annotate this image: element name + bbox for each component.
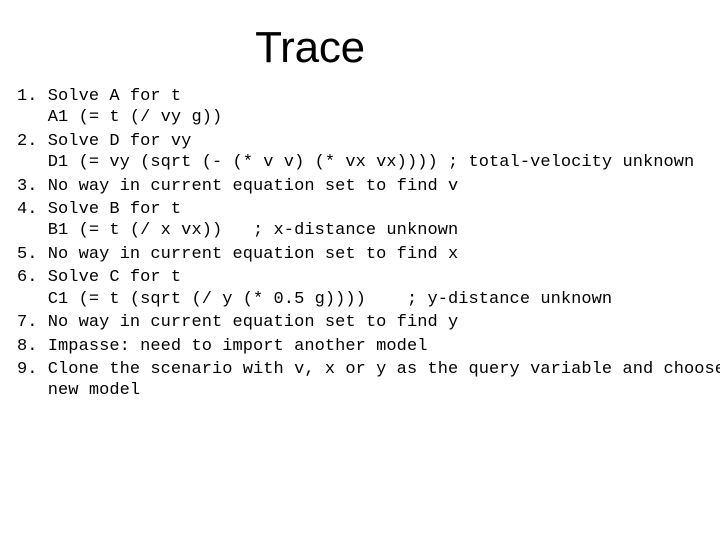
slide-root: Trace 1. Solve A for t A1 (= t (/ vy g))… bbox=[0, 0, 720, 540]
trace-item-continuation-line: new model bbox=[17, 381, 141, 401]
trace-item: 8. Impasse: need to import another model bbox=[17, 336, 720, 357]
trace-item: 5. No way in current equation set to fin… bbox=[17, 244, 720, 265]
trace-item: 3. No way in current equation set to fin… bbox=[17, 176, 720, 197]
trace-item-line: 4. Solve B for t bbox=[17, 200, 182, 220]
trace-item: 7. No way in current equation set to fin… bbox=[17, 312, 720, 333]
trace-item: 9. Clone the scenario with v, x or y as … bbox=[17, 359, 720, 402]
page-title: Trace bbox=[255, 23, 365, 72]
trace-item: 4. Solve B for t B1 (= t (/ x vx)) ; x-d… bbox=[17, 199, 720, 242]
trace-item-line: 5. No way in current equation set to fin… bbox=[17, 244, 459, 264]
trace-item-line: 7. No way in current equation set to fin… bbox=[17, 313, 459, 333]
trace-item: 6. Solve C for t C1 (= t (sqrt (/ y (* 0… bbox=[17, 267, 720, 310]
trace-item: 1. Solve A for t A1 (= t (/ vy g)) bbox=[17, 86, 720, 129]
trace-item-line: 9. Clone the scenario with v, x or y as … bbox=[17, 360, 720, 380]
trace-item-line: 3. No way in current equation set to fin… bbox=[17, 176, 459, 196]
trace-item-line: 8. Impasse: need to import another model bbox=[17, 336, 428, 356]
trace-item-line: 6. Solve C for t bbox=[17, 268, 182, 288]
trace-item-continuation-line: A1 (= t (/ vy g)) bbox=[17, 108, 223, 128]
trace-item-continuation-line: B1 (= t (/ x vx)) ; x-distance unknown bbox=[17, 221, 459, 241]
trace-list: 1. Solve A for t A1 (= t (/ vy g)) 2. Sol… bbox=[17, 86, 720, 404]
trace-item-line: 2. Solve D for vy bbox=[17, 131, 192, 151]
trace-item-line: 1. Solve A for t bbox=[17, 87, 182, 106]
trace-item: 2. Solve D for vy D1 (= vy (sqrt (- (* v… bbox=[17, 131, 720, 174]
trace-item-continuation-line: D1 (= vy (sqrt (- (* v v) (* vx vx)))) ;… bbox=[17, 153, 695, 173]
trace-item-continuation-line: C1 (= t (sqrt (/ y (* 0.5 g)))) ; y-dist… bbox=[17, 289, 613, 309]
